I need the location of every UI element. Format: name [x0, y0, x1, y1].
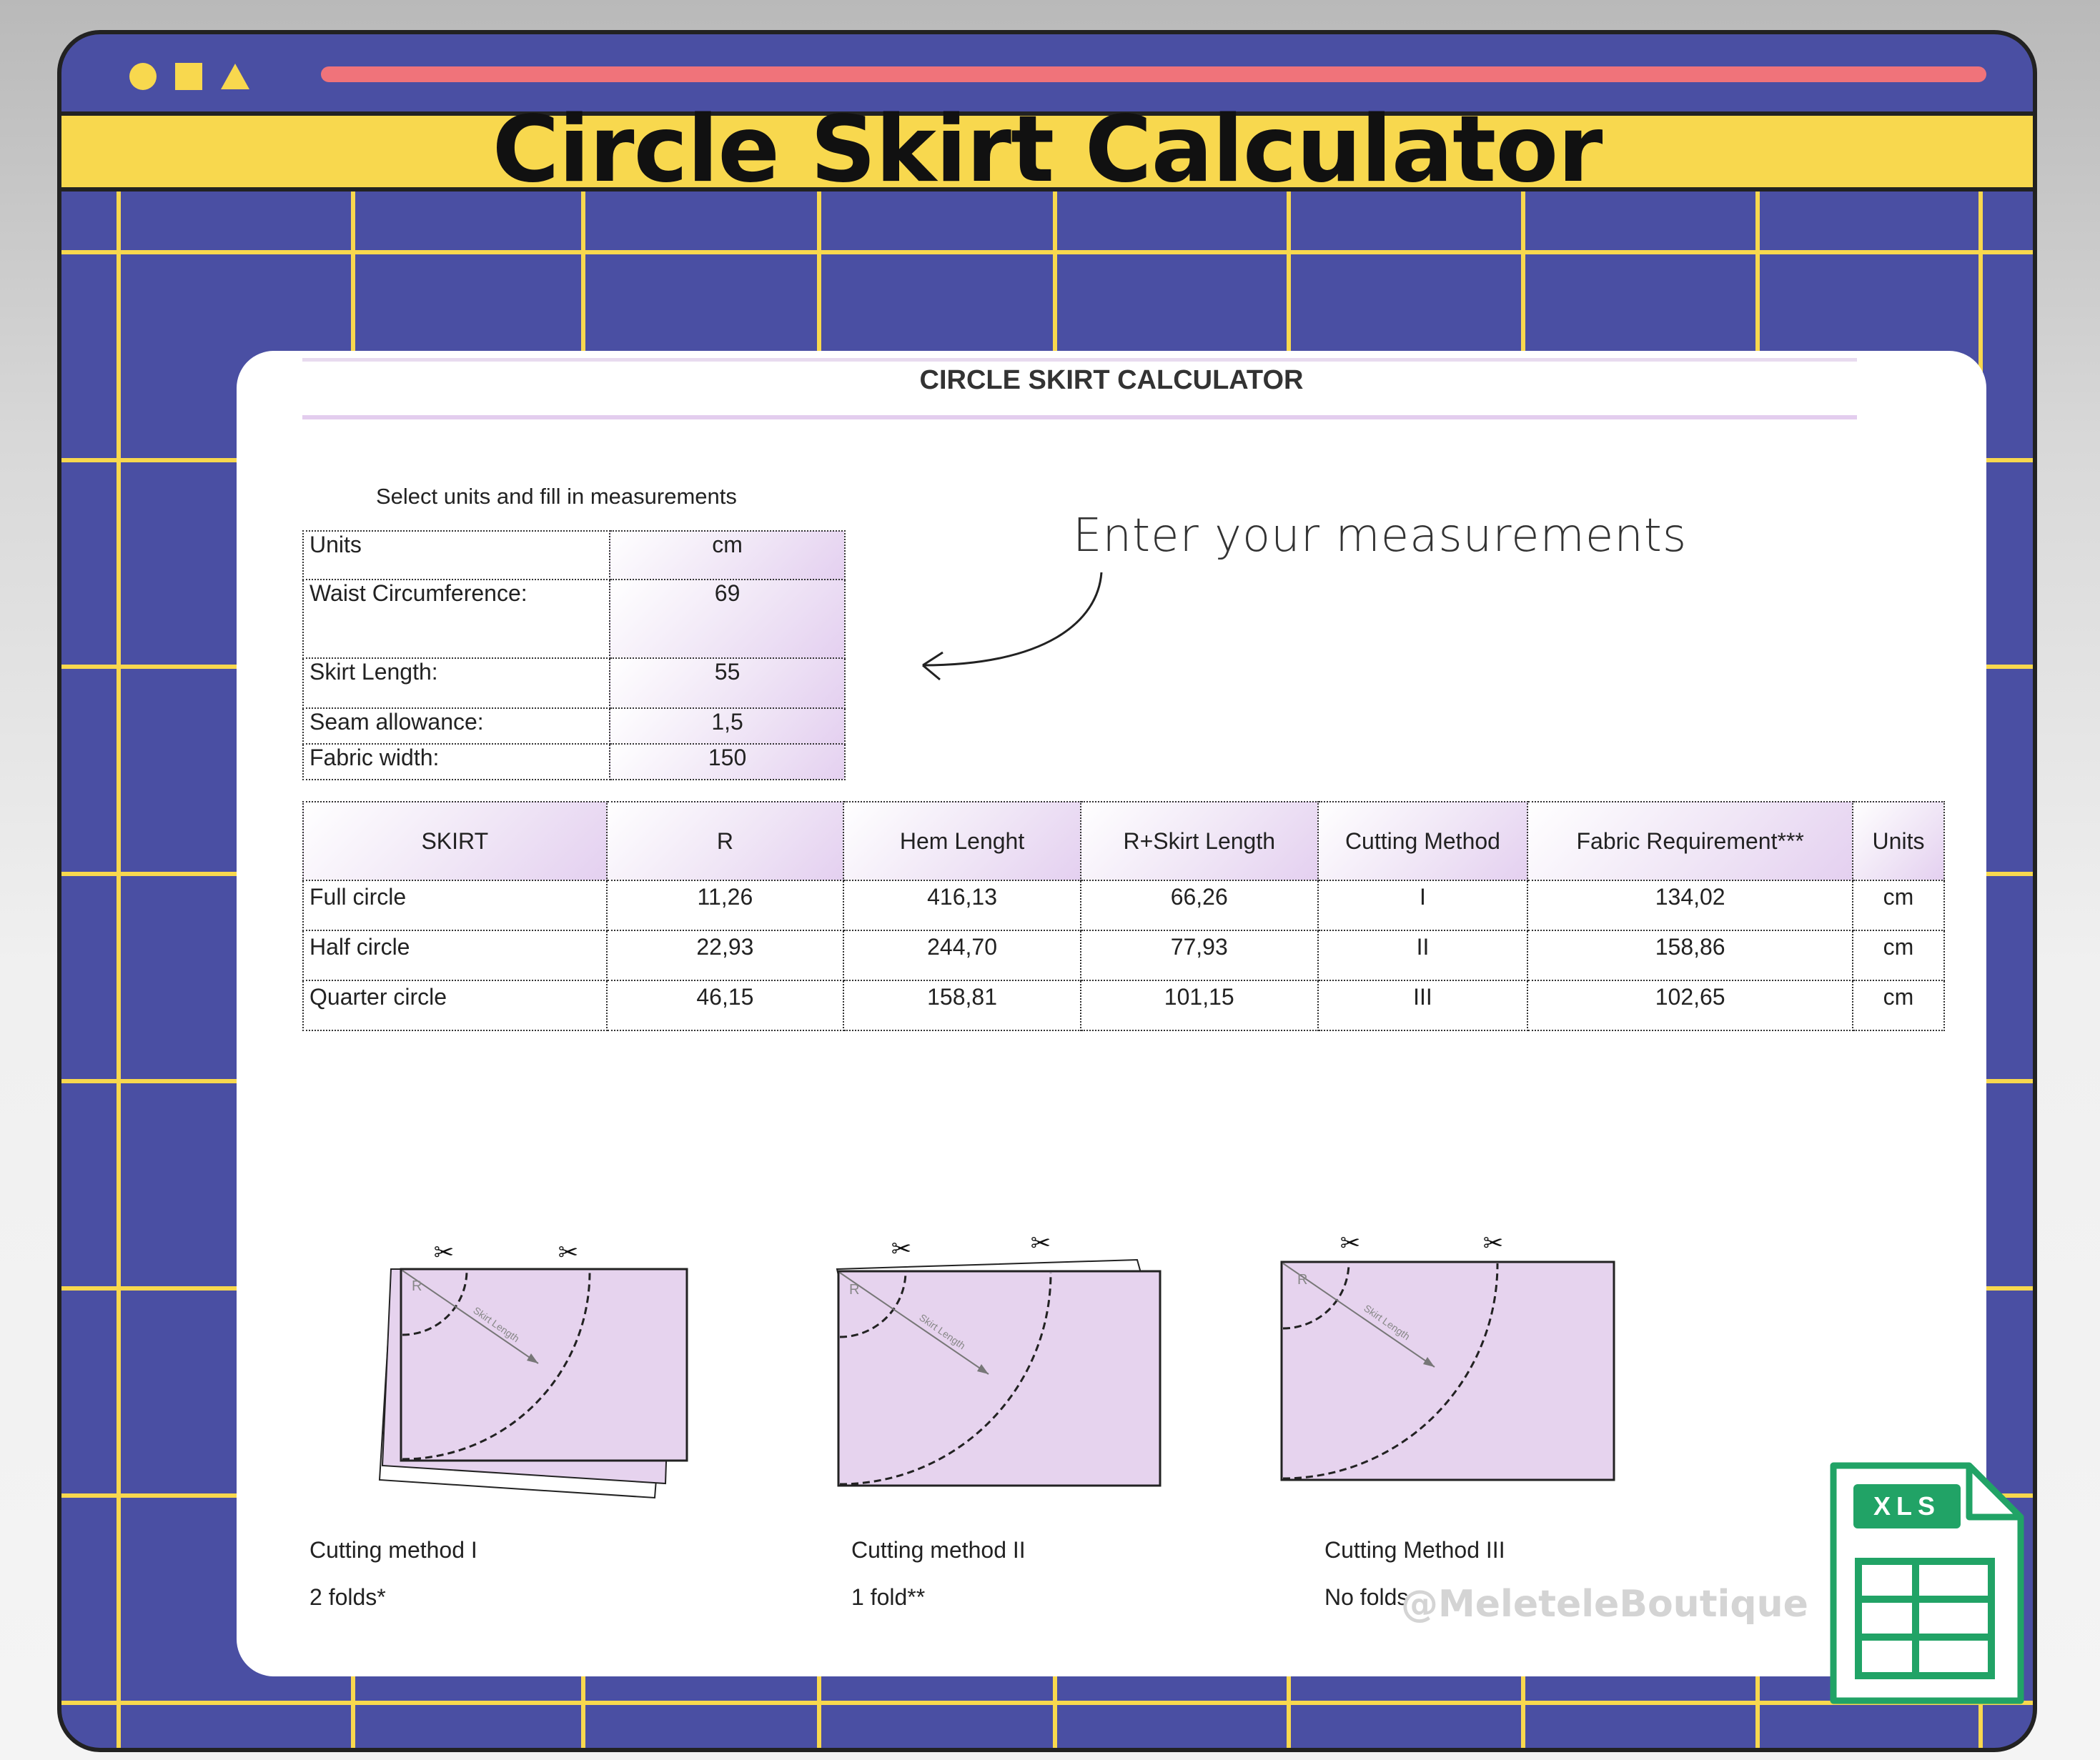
table-row: Half circle 22,93 244,70 77,93 II 158,86…: [302, 930, 1945, 981]
input-row: Waist Circumference: 69: [302, 579, 846, 659]
table-cell: 158,81: [843, 980, 1081, 1031]
input-label: Waist Circumference:: [302, 579, 611, 659]
radius-label: R: [1297, 1272, 1307, 1288]
window-controls: [129, 63, 249, 90]
seam-allowance-field[interactable]: 1,5: [609, 707, 846, 745]
scissors-icon: ✂: [558, 1239, 579, 1266]
input-row: Skirt Length: 55: [302, 657, 846, 709]
cutting-method-1-diagram: R Skirt Length ✂ ✂: [378, 1239, 688, 1499]
cutting-method-2-diagram: R Skirt Length ✂ ✂: [836, 1230, 1162, 1487]
watermark: @MeleteleBoutique: [1401, 1583, 1808, 1626]
method-3-caption: Cutting Method III: [1324, 1537, 1505, 1563]
square-control-icon[interactable]: [175, 63, 202, 90]
table-cell: 22,93: [605, 930, 845, 981]
input-row: Units cm: [302, 530, 846, 580]
table-cell: cm: [1852, 880, 1945, 931]
units-field[interactable]: cm: [609, 530, 846, 580]
table-cell: 11,26: [605, 880, 845, 931]
table-row: Quarter circle 46,15 158,81 101,15 III 1…: [302, 980, 1945, 1031]
method-1-folds: 2 folds*: [309, 1584, 386, 1610]
xls-file-icon: XLS: [1830, 1462, 2024, 1704]
table-cell: 158,86: [1527, 930, 1853, 981]
header-fabric-requirement: Fabric Requirement***: [1527, 801, 1853, 881]
input-label: Units: [302, 530, 611, 580]
results-header-row: SKIRT R Hem Lenght R+Skirt Length Cuttin…: [302, 801, 1945, 881]
cutting-method-3-diagram: R Skirt Length ✂ ✂: [1280, 1230, 1615, 1481]
annotation-text: Enter your measurements: [1073, 509, 1688, 562]
input-label: Seam allowance:: [302, 707, 611, 745]
input-label: Fabric width:: [302, 743, 611, 780]
sheet-title: CIRCLE SKIRT CALCULATOR: [919, 365, 1304, 395]
xls-label: XLS: [1873, 1491, 1941, 1521]
hand-drawn-arrow-icon: [922, 572, 1103, 681]
table-cell: 416,13: [843, 880, 1081, 931]
method-2-caption: Cutting method II: [851, 1537, 1026, 1563]
input-label: Skirt Length:: [302, 657, 611, 709]
header-r: R: [605, 801, 845, 881]
browser-window: Circle Skirt Calculator CIRCLE SKIRT CAL…: [57, 30, 2037, 1752]
table-cell: II: [1317, 930, 1529, 981]
skirt-length-field[interactable]: 55: [609, 657, 846, 709]
table-cell: III: [1317, 980, 1529, 1031]
fabric-width-field[interactable]: 150: [609, 743, 846, 780]
header-skirt: SKIRT: [302, 801, 608, 881]
table-cell: 101,15: [1079, 980, 1319, 1031]
scissors-icon: ✂: [891, 1236, 912, 1263]
scissors-icon: ✂: [1340, 1230, 1361, 1257]
triangle-control-icon[interactable]: [221, 64, 249, 89]
table-cell: Full circle: [302, 880, 608, 931]
sheet-top-divider: [302, 358, 1857, 362]
table-cell: 66,26: [1079, 880, 1319, 931]
instruction-text: Select units and fill in measurements: [376, 484, 737, 509]
table-cell: 134,02: [1527, 880, 1853, 931]
table-cell: cm: [1852, 930, 1945, 981]
results-table: SKIRT R Hem Lenght R+Skirt Length Cuttin…: [302, 801, 1945, 1031]
scissors-icon: ✂: [1031, 1230, 1051, 1257]
header-hem-length: Hem Lenght: [843, 801, 1081, 881]
header-r-plus-length: R+Skirt Length: [1079, 801, 1319, 881]
input-table: Units cm Waist Circumference: 69 Skirt L…: [302, 530, 846, 780]
table-cell: 244,70: [843, 930, 1081, 981]
table-cell: Quarter circle: [302, 980, 608, 1031]
spreadsheet-preview: CIRCLE SKIRT CALCULATOR Select units and…: [237, 351, 1986, 1676]
table-cell: 102,65: [1527, 980, 1853, 1031]
table-cell: cm: [1852, 980, 1945, 1031]
radius-label: R: [849, 1282, 859, 1298]
sheet-divider: [302, 415, 1857, 419]
circle-control-icon[interactable]: [129, 63, 157, 90]
header-units: Units: [1852, 801, 1945, 881]
method-1-caption: Cutting method I: [309, 1537, 477, 1563]
radius-label: R: [412, 1278, 422, 1294]
method-2-folds: 1 fold**: [851, 1584, 926, 1610]
header-cutting-method: Cutting Method: [1317, 801, 1529, 881]
table-cell: 46,15: [605, 980, 845, 1031]
table-cell: Half circle: [302, 930, 608, 981]
table-cell: I: [1317, 880, 1529, 931]
scissors-icon: ✂: [1483, 1230, 1504, 1257]
input-row: Fabric width: 150: [302, 743, 846, 780]
waist-circumference-field[interactable]: 69: [609, 579, 846, 659]
table-row: Full circle 11,26 416,13 66,26 I 134,02 …: [302, 880, 1945, 931]
method-3-folds: No folds: [1324, 1584, 1409, 1610]
address-bar[interactable]: [321, 66, 1986, 82]
scissors-icon: ✂: [434, 1239, 455, 1266]
input-row: Seam allowance: 1,5: [302, 707, 846, 745]
table-cell: 77,93: [1079, 930, 1319, 981]
banner-title: Circle Skirt Calculator: [492, 96, 1603, 203]
